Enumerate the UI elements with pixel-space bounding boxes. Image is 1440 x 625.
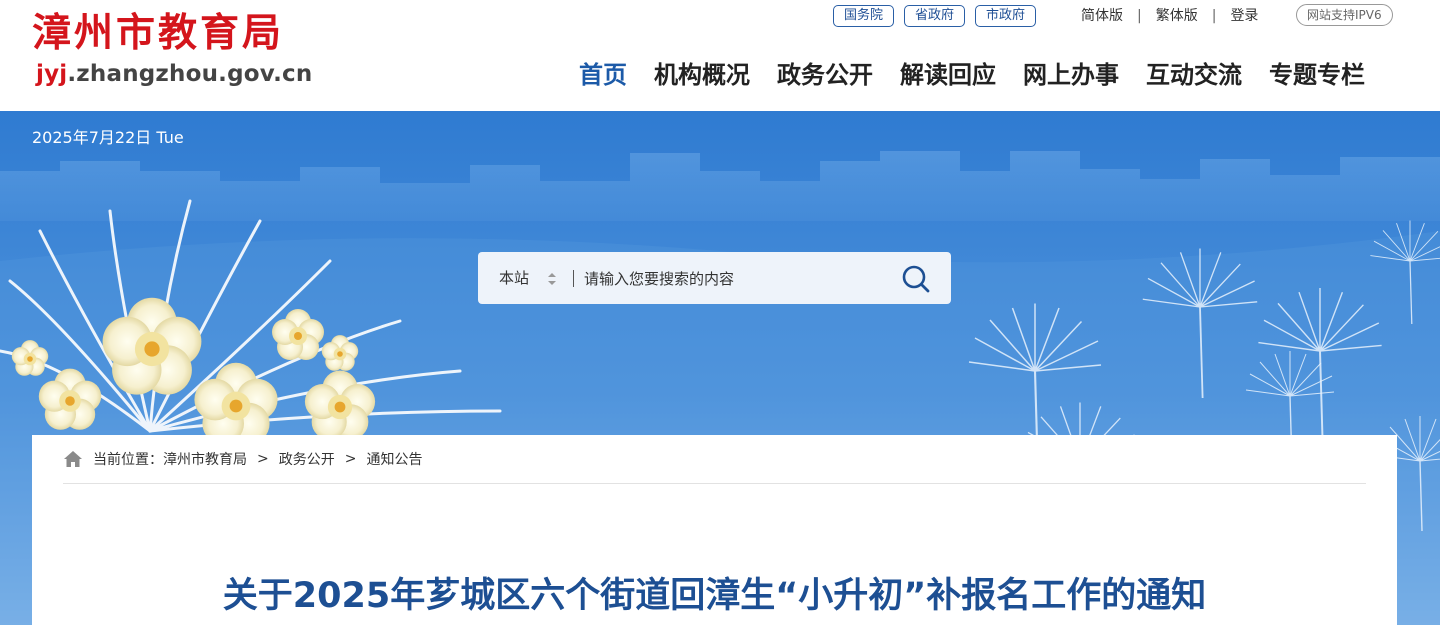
traditional-chinese-link[interactable]: 繁体版 <box>1156 6 1198 26</box>
gov-link-city[interactable]: 市政府 <box>975 5 1037 27</box>
logo-url-highlight: jyj <box>36 61 68 87</box>
nav-home[interactable]: 首页 <box>579 57 627 93</box>
breadcrumb-divider <box>63 483 1366 484</box>
site-header: 漳州市教育局 jyj.zhangzhou.gov.cn 国务院 省政府 市政府 … <box>0 0 1440 111</box>
breadcrumb-separator: > <box>257 451 269 467</box>
article-title: 关于2025年芗城区六个街道回漳生“小升初”补报名工作的通知 <box>222 576 1207 617</box>
logo-url-domain: .zhangzhou.gov.cn <box>67 61 313 87</box>
search-scope-select[interactable]: 本站 <box>499 252 529 304</box>
nav-organization[interactable]: 机构概况 <box>654 57 750 93</box>
search-divider <box>573 270 574 287</box>
breadcrumb-item-bureau[interactable]: 漳州市教育局 <box>163 449 247 469</box>
nav-government-affairs[interactable]: 政务公开 <box>777 57 873 93</box>
gov-link-province[interactable]: 省政府 <box>904 5 966 27</box>
utility-separator: | <box>1211 8 1217 24</box>
content-panel: 当前位置： 漳州市教育局 > 政务公开 > 通知公告 关于2025年芗城区六个街… <box>32 435 1397 625</box>
home-icon[interactable] <box>63 450 83 468</box>
gov-links: 国务院 省政府 市政府 <box>833 5 1046 27</box>
site-logo-url[interactable]: jyj.zhangzhou.gov.cn <box>36 58 312 90</box>
nav-special-topics[interactable]: 专题专栏 <box>1269 57 1365 93</box>
main-nav: 首页 机构概况 政务公开 解读回应 网上办事 互动交流 专题专栏 <box>579 57 1365 93</box>
site-logo-title[interactable]: 漳州市教育局 <box>32 9 284 57</box>
breadcrumb: 当前位置： 漳州市教育局 > 政务公开 > 通知公告 <box>63 447 422 471</box>
breadcrumb-prefix: 当前位置： <box>93 452 163 468</box>
breadcrumb-item-government-affairs[interactable]: 政务公开 <box>279 449 335 469</box>
login-link[interactable]: 登录 <box>1230 6 1258 26</box>
search-input[interactable] <box>582 262 886 296</box>
nav-interpretation[interactable]: 解读回应 <box>900 57 996 93</box>
search-icon[interactable] <box>898 262 934 296</box>
breadcrumb-item-notices[interactable]: 通知公告 <box>366 449 422 469</box>
nav-interaction[interactable]: 互动交流 <box>1146 57 1242 93</box>
gov-link-state-council[interactable]: 国务院 <box>833 5 895 27</box>
breadcrumb-separator: > <box>344 451 357 467</box>
nav-online-services[interactable]: 网上办事 <box>1023 57 1119 93</box>
site-search-bar: 本站 <box>478 252 951 304</box>
current-date: 2025年7月22日 Tue <box>32 128 184 147</box>
ipv6-badge: 网站支持IPV6 <box>1296 4 1393 26</box>
utility-separator: | <box>1137 8 1142 24</box>
sort-arrows-icon[interactable] <box>547 271 557 287</box>
utility-links: 简体版 | 繁体版 | 登录 <box>1081 5 1258 27</box>
simplified-chinese-link[interactable]: 简体版 <box>1081 6 1123 26</box>
